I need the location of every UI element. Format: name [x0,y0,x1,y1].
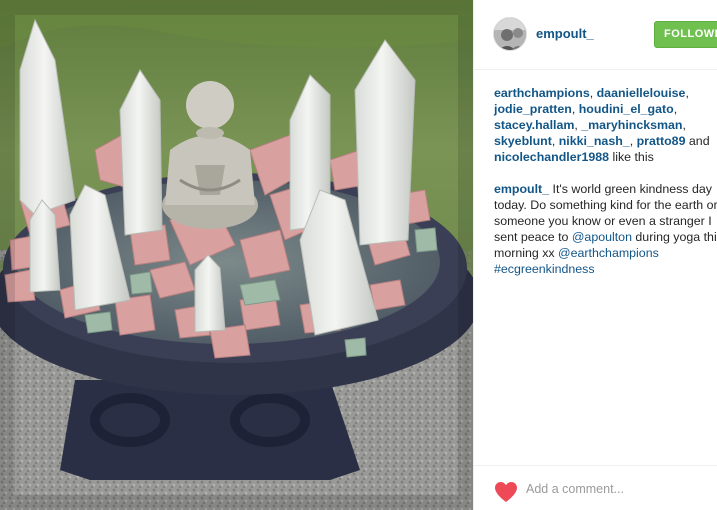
like-user-link[interactable]: skyeblunt [494,134,552,148]
like-user-link[interactable]: daaniellelouise [597,86,686,100]
post-side-panel: empoult_ FOLLOWING earthchampions, daani… [473,0,717,510]
likes-suffix: like this [609,150,654,164]
post-photo[interactable] [0,0,473,510]
like-user-link[interactable]: pratto89 [637,134,686,148]
avatar-photo-icon [494,18,526,50]
comment-input[interactable] [526,478,706,500]
post-header: empoult_ FOLLOWING [474,0,717,70]
like-user-link[interactable]: earthchampions [494,86,590,100]
following-button[interactable]: FOLLOWING [654,21,717,48]
comment-bar [474,465,717,510]
author-username[interactable]: empoult_ [536,26,594,41]
like-user-link[interactable]: houdini_el_gato [579,102,674,116]
caption-username[interactable]: empoult_ [494,182,549,196]
like-user-link[interactable]: nikki_nash_ [559,134,630,148]
mention-link[interactable]: @apoulton [572,230,632,244]
like-user-link[interactable]: stacey.hallam [494,118,574,132]
post-caption: empoult_ It's world green kindness day t… [494,182,717,276]
like-user-link[interactable]: nicolechandler1988 [494,150,609,164]
likes-and-word: and [685,134,710,148]
hashtag-link[interactable]: #ecgreenkindness [494,262,595,276]
like-user-link[interactable]: _maryhincksman [581,118,682,132]
heart-like-icon[interactable] [494,481,518,503]
mention-link[interactable]: @earthchampions [558,246,659,260]
photo-image [0,0,473,510]
likes-list: earthchampions, daaniellelouise, jodie_p… [494,86,710,164]
like-user-link[interactable]: jodie_pratten [494,102,572,116]
avatar[interactable] [493,17,527,51]
